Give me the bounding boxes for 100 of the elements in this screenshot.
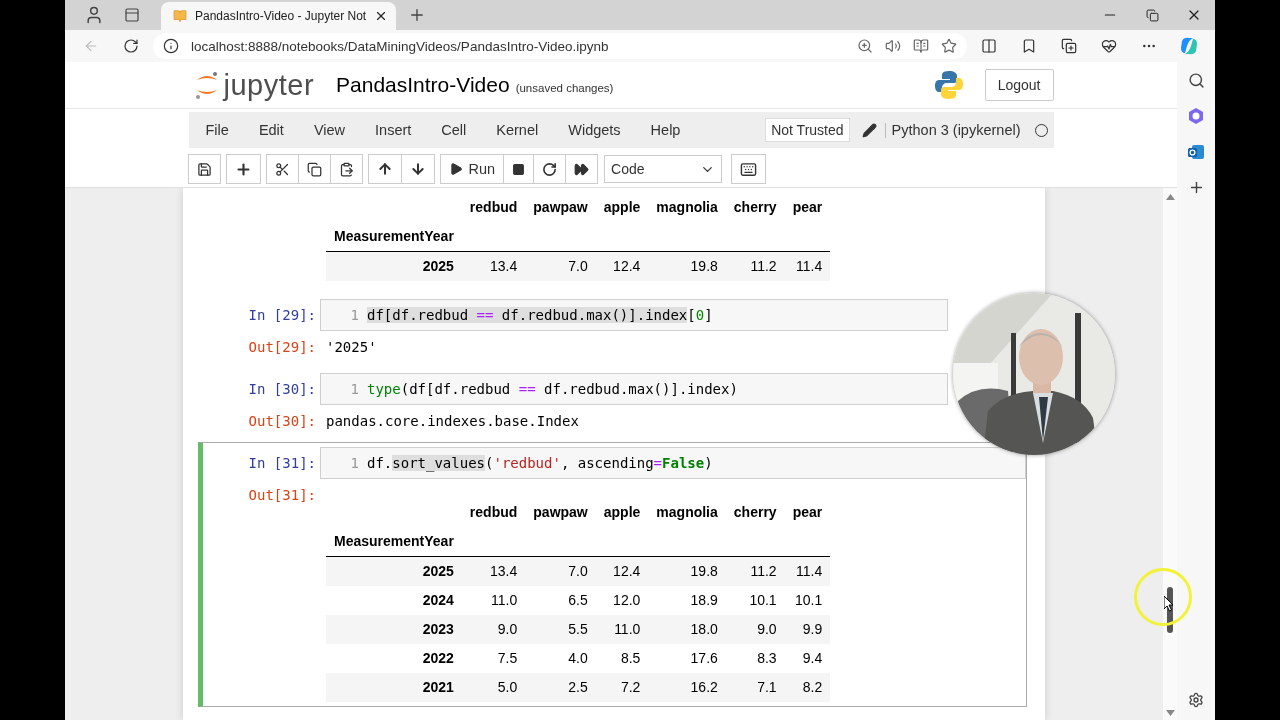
table-cell: 9.0 bbox=[725, 615, 785, 644]
menu-item[interactable]: Widgets bbox=[553, 122, 636, 138]
line-number: 1 bbox=[349, 381, 360, 397]
table-cell: 4.0 bbox=[525, 644, 596, 673]
move-down-button[interactable] bbox=[400, 154, 435, 184]
restart-icon bbox=[542, 161, 558, 177]
copilot-icon[interactable] bbox=[1187, 107, 1205, 125]
code-input[interactable]: 1 df[df.redbud == df.redbud.max()].index[0] bbox=[320, 299, 948, 331]
paste-button[interactable] bbox=[329, 154, 363, 184]
profile-icon[interactable] bbox=[84, 5, 104, 25]
jupyter-logo[interactable]: jupyter bbox=[223, 68, 315, 102]
split-screen-icon[interactable] bbox=[981, 38, 998, 54]
scroll-down-icon[interactable] bbox=[1165, 710, 1175, 716]
menu-item[interactable]: Help bbox=[635, 122, 696, 138]
tab-actions-icon[interactable] bbox=[124, 7, 140, 23]
menu-item[interactable]: File bbox=[190, 122, 244, 138]
line-number: 1 bbox=[349, 455, 360, 471]
reload-icon[interactable] bbox=[122, 38, 139, 54]
output-text: '2025' bbox=[325, 338, 377, 357]
restore-icon[interactable] bbox=[1145, 8, 1159, 22]
table-cell: 9.0 bbox=[461, 615, 526, 644]
table-cell: 6.5 bbox=[525, 586, 596, 615]
table-cell: 17.6 bbox=[648, 644, 726, 673]
table-cell: 11.0 bbox=[461, 586, 526, 615]
table-cell: 18.9 bbox=[648, 586, 726, 615]
table-cell: 5.5 bbox=[525, 615, 596, 644]
edit-icon[interactable] bbox=[861, 122, 877, 138]
code-line: type(df[df.redbud == df.redbud.max()].index) bbox=[366, 381, 738, 397]
table-cell: 19.8 bbox=[648, 251, 726, 281]
pointer-icon bbox=[1164, 596, 1175, 612]
search-icon[interactable] bbox=[1187, 72, 1205, 89]
menu-item[interactable]: Cell bbox=[426, 122, 482, 138]
collections-icon[interactable] bbox=[1061, 38, 1078, 54]
code-line: df.sort_values('redbud', ascending=False) bbox=[366, 455, 713, 471]
column-header: redbud bbox=[468, 503, 519, 522]
run-button[interactable]: Run bbox=[439, 154, 505, 184]
menu-item[interactable]: Kernel bbox=[481, 122, 554, 138]
output-prompt: Out[31]: bbox=[247, 486, 317, 505]
table-cell: 16.2 bbox=[648, 673, 726, 702]
table-cell: 7.0 bbox=[525, 251, 596, 281]
table-cell: 9.9 bbox=[784, 615, 831, 644]
restart-button[interactable] bbox=[533, 154, 567, 184]
mail-app-icon[interactable] bbox=[1187, 143, 1205, 161]
output-prompt: Out[30]: bbox=[247, 412, 317, 431]
column-header: apple bbox=[602, 503, 642, 522]
cut-button[interactable] bbox=[265, 154, 299, 184]
column-header: magnolia bbox=[655, 503, 719, 522]
menu-item[interactable]: Insert bbox=[360, 122, 427, 138]
notebook-title[interactable]: PandasIntro-Video bbox=[336, 73, 510, 97]
scrollbar[interactable] bbox=[1163, 188, 1177, 720]
info-icon[interactable] bbox=[162, 38, 179, 54]
star-icon[interactable] bbox=[941, 38, 958, 54]
browser-tab[interactable]: PandasIntro-Video - Jupyter Not bbox=[161, 2, 397, 30]
fast-forward-icon bbox=[574, 161, 590, 177]
reader-icon[interactable] bbox=[913, 38, 930, 54]
keyboard-icon bbox=[740, 160, 758, 178]
read-aloud-icon[interactable] bbox=[885, 38, 902, 54]
line-number: 1 bbox=[349, 307, 360, 323]
table-cell: 2.5 bbox=[525, 673, 596, 702]
column-header: pear bbox=[791, 198, 824, 217]
table-cell: 18.0 bbox=[648, 615, 726, 644]
settings-icon[interactable] bbox=[1188, 692, 1204, 708]
zoom-icon[interactable] bbox=[857, 38, 874, 54]
add-cell-button[interactable] bbox=[225, 154, 261, 184]
health-icon[interactable] bbox=[1101, 38, 1118, 54]
selected-cell[interactable] bbox=[198, 442, 1027, 707]
run-all-button[interactable] bbox=[565, 154, 599, 184]
code-input[interactable]: 1 df.sort_values('redbud', ascending=False) bbox=[320, 447, 1026, 479]
move-up-button[interactable] bbox=[367, 154, 402, 184]
paste-icon bbox=[338, 161, 354, 177]
index-name: MeasurementYear bbox=[326, 222, 462, 252]
table-cell: 7.0 bbox=[525, 556, 596, 586]
table-cell: 8.5 bbox=[595, 644, 649, 673]
scroll-up-icon[interactable] bbox=[1165, 194, 1175, 200]
save-icon bbox=[196, 161, 212, 177]
stop-button[interactable] bbox=[503, 154, 535, 184]
table-cell: 11.2 bbox=[725, 556, 785, 586]
save-button[interactable] bbox=[187, 154, 221, 184]
trust-indicator[interactable]: Not Trusted bbox=[765, 118, 850, 142]
table-cell: 8.2 bbox=[784, 673, 831, 702]
menu-item[interactable]: Edit bbox=[243, 122, 299, 138]
column-header: cherry bbox=[732, 198, 778, 217]
stop-icon bbox=[512, 162, 526, 176]
menu-item[interactable]: View bbox=[298, 122, 361, 138]
column-header: pawpaw bbox=[532, 503, 589, 522]
code-line: df[df.redbud == df.redbud.max()].index[0] bbox=[366, 307, 713, 323]
table-cell: 9.4 bbox=[784, 644, 831, 673]
copy-icon bbox=[306, 161, 322, 177]
input-prompt: In [30]: bbox=[247, 380, 317, 399]
table-cell: 11.2 bbox=[725, 251, 785, 281]
scissors-icon bbox=[274, 161, 290, 177]
address-bar[interactable]: localhost:8888/notebooks/DataMiningVideos/PandasIntro-Video.ipynb bbox=[152, 33, 968, 59]
cell-type-select[interactable]: Code bbox=[604, 155, 723, 183]
save-status: (unsaved changes) bbox=[515, 82, 614, 94]
keyboard-button[interactable] bbox=[731, 154, 767, 184]
code-input[interactable]: 1 type(df[df.redbud == df.redbud.max()].index) bbox=[320, 373, 948, 405]
logout-button[interactable]: Logout bbox=[984, 69, 1054, 101]
table-cell: 7.1 bbox=[725, 673, 785, 702]
copy-button[interactable] bbox=[297, 154, 331, 184]
row-index: 2022 bbox=[326, 644, 462, 673]
